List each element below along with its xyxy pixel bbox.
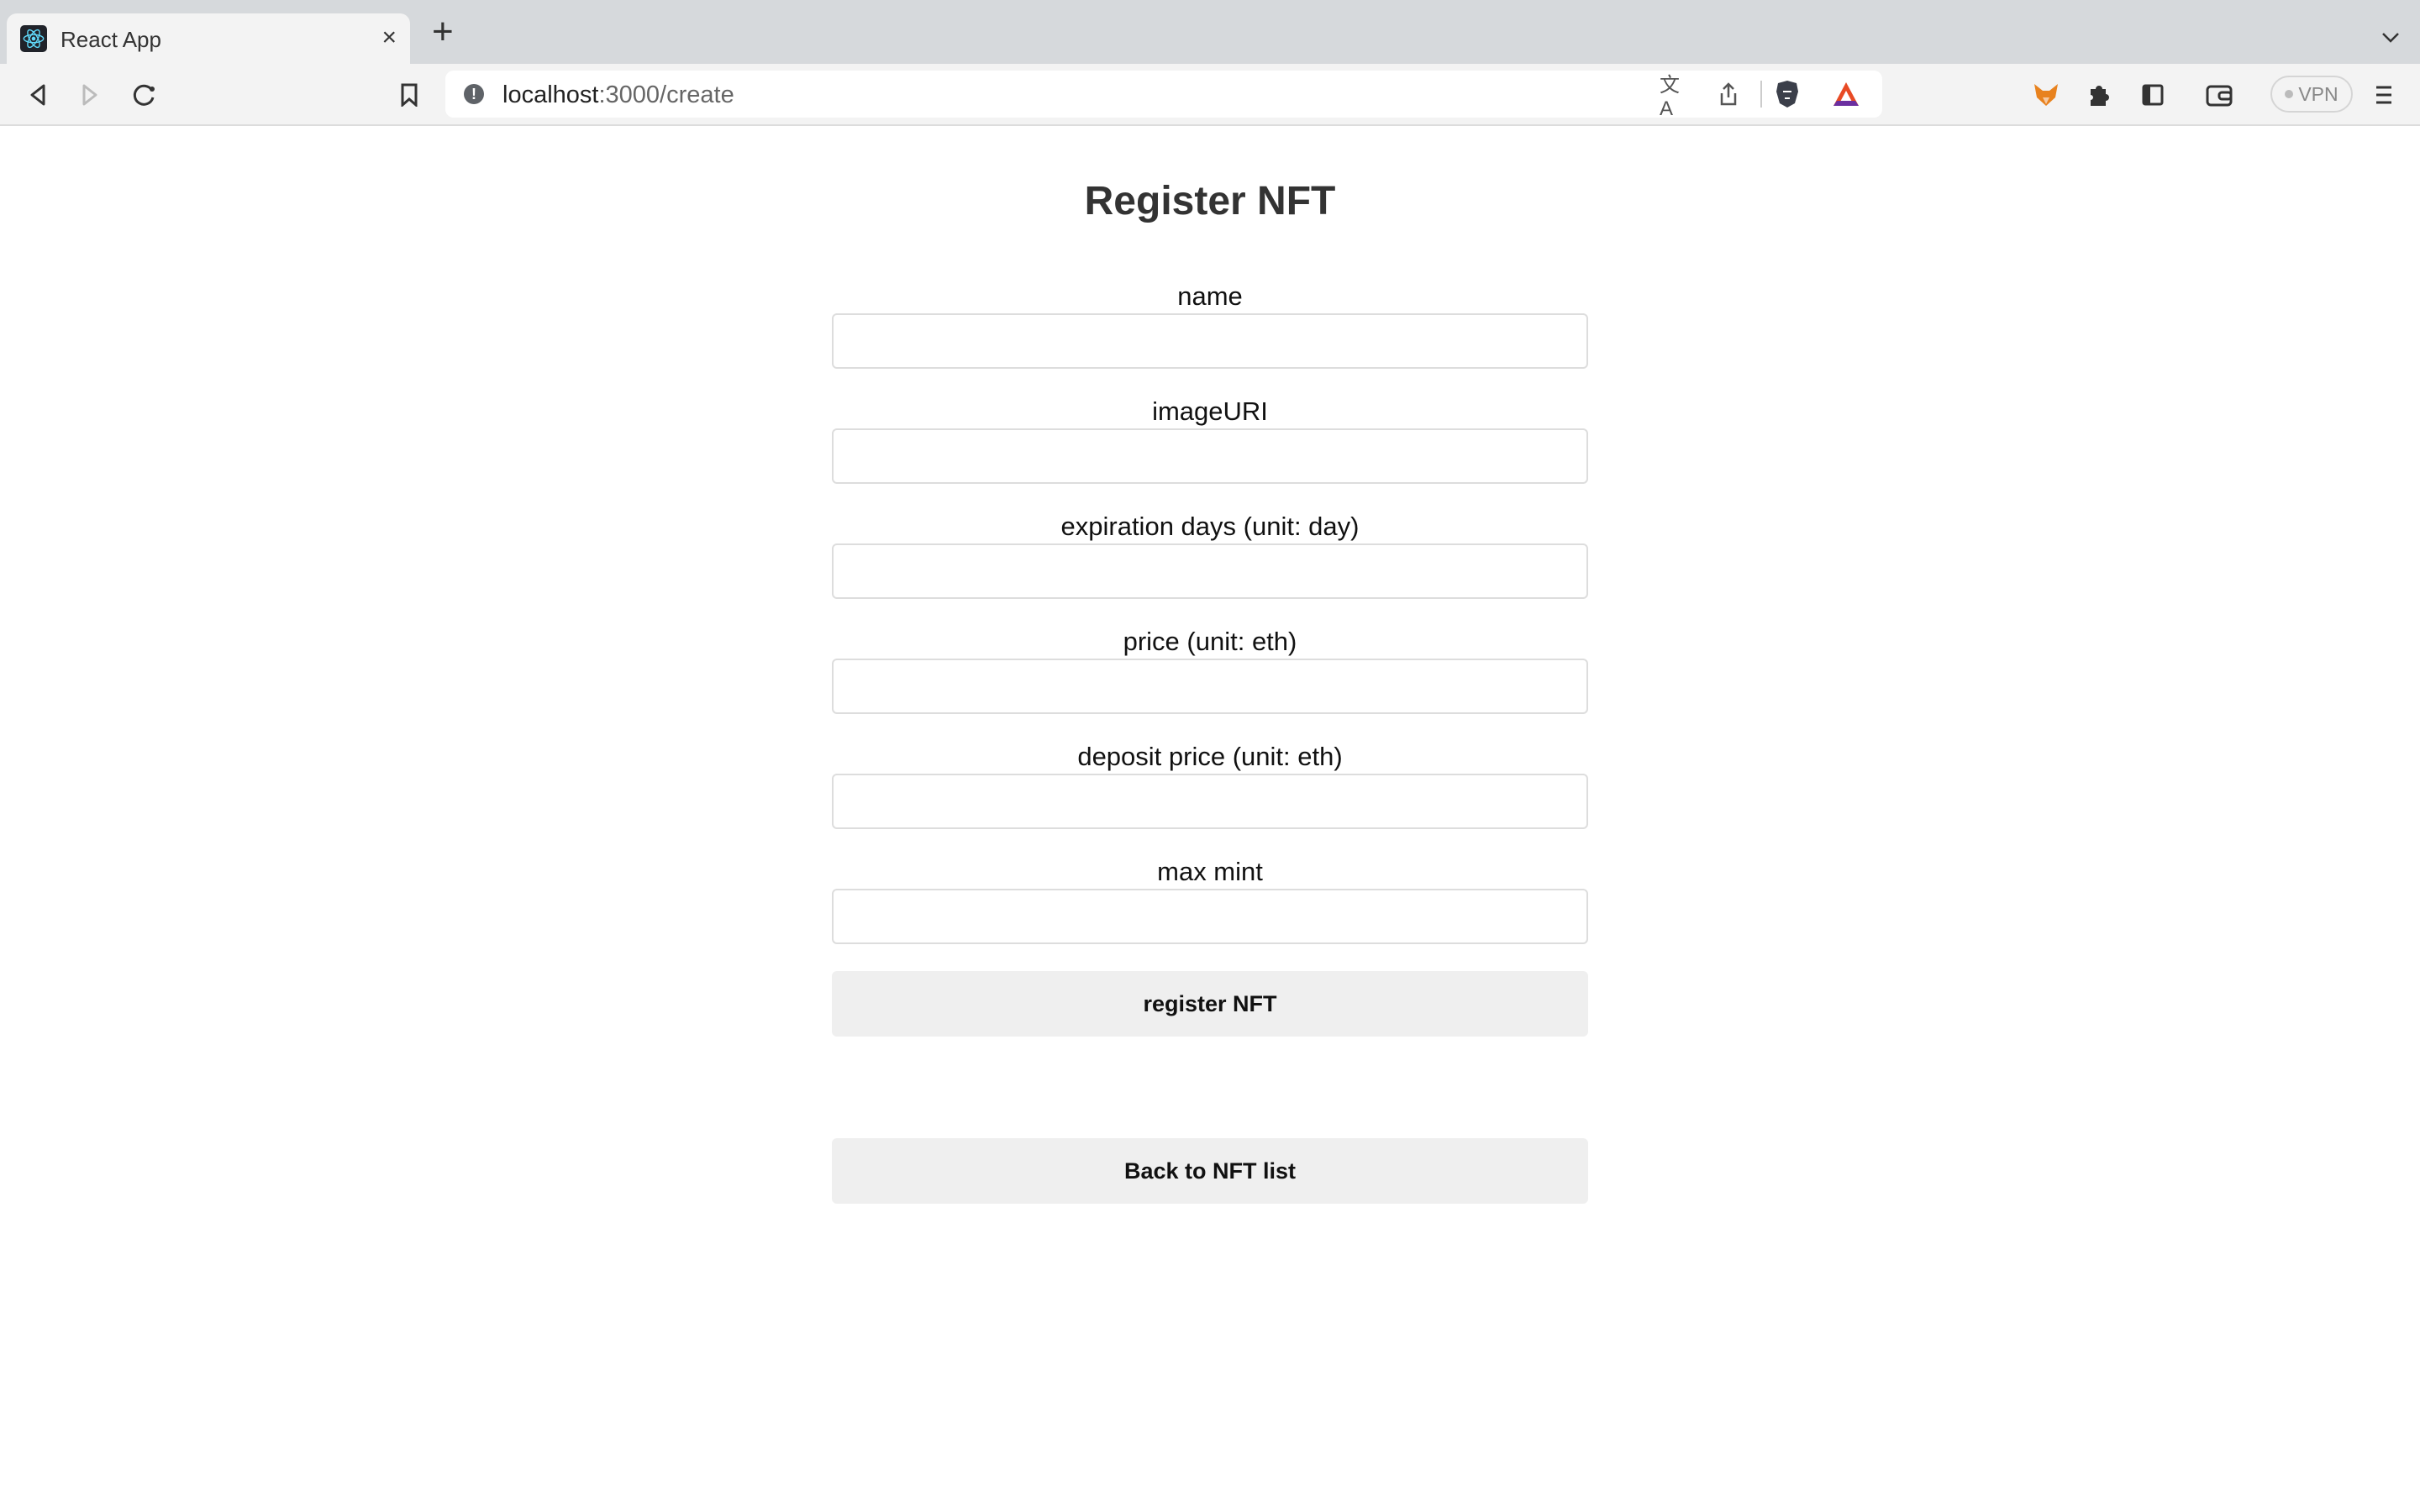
vpn-button[interactable]: VPN xyxy=(2270,76,2353,113)
image-uri-input[interactable] xyxy=(832,428,1588,484)
translate-icon[interactable]: 文A xyxy=(1660,74,1688,120)
menu-icon[interactable] xyxy=(2370,81,2398,109)
deposit-price-input[interactable] xyxy=(832,774,1588,829)
field-label: price (unit: eth) xyxy=(1123,627,1297,656)
forward-icon[interactable] xyxy=(76,81,104,109)
price-field: price (unit: eth) xyxy=(832,627,1588,714)
reload-icon[interactable] xyxy=(130,81,159,109)
address-bar[interactable]: ! localhost:3000/create 文A xyxy=(445,71,1882,120)
field-label: name xyxy=(1177,281,1243,311)
field-label: max mint xyxy=(1157,857,1263,886)
field-label: expiration days (unit: day) xyxy=(1060,512,1360,541)
brave-rewards-icon[interactable] xyxy=(1832,80,1860,108)
price-input[interactable] xyxy=(832,659,1588,714)
bookmark-icon[interactable] xyxy=(395,81,424,109)
url-text[interactable]: localhost:3000/create xyxy=(502,81,734,109)
back-to-nft-list-button[interactable]: Back to NFT list xyxy=(832,1138,1588,1204)
extensions-puzzle-icon[interactable] xyxy=(2084,81,2112,109)
field-label: imageURI xyxy=(1152,396,1268,426)
field-label: deposit price (unit: eth) xyxy=(1077,742,1343,771)
back-icon[interactable] xyxy=(24,81,52,109)
vpn-status-dot xyxy=(2285,90,2294,98)
share-icon[interactable] xyxy=(1714,80,1743,108)
close-tab-icon[interactable]: × xyxy=(381,24,397,52)
info-icon[interactable]: ! xyxy=(464,84,484,104)
metamask-icon[interactable] xyxy=(2032,81,2060,109)
name-input[interactable] xyxy=(832,313,1588,369)
brave-shields-icon[interactable] xyxy=(1773,80,1802,108)
max-mint-input[interactable] xyxy=(832,889,1588,944)
expiration-days-field: expiration days (unit: day) xyxy=(832,512,1588,599)
divider xyxy=(1760,81,1762,108)
deposit-price-field: deposit price (unit: eth) xyxy=(832,742,1588,829)
tab-list-chevron-icon[interactable] xyxy=(2381,24,2400,50)
tab-title: React App xyxy=(60,27,161,52)
name-field: name xyxy=(832,281,1588,369)
image-uri-field: imageURI xyxy=(832,396,1588,484)
browser-tab[interactable]: React App × xyxy=(7,13,410,64)
register-nft-button[interactable]: register NFT xyxy=(832,971,1588,1037)
new-tab-button[interactable]: + xyxy=(432,13,454,50)
tab-bar: React App × + xyxy=(0,0,2420,64)
page-title: Register NFT xyxy=(1084,179,1336,223)
max-mint-field: max mint xyxy=(832,857,1588,944)
sidebar-icon[interactable] xyxy=(2139,81,2167,109)
expiration-days-input[interactable] xyxy=(832,543,1588,599)
wallet-icon[interactable] xyxy=(2205,81,2233,109)
react-logo-icon xyxy=(20,25,47,52)
browser-toolbar: ! localhost:3000/create 文A VPN xyxy=(0,64,2420,126)
